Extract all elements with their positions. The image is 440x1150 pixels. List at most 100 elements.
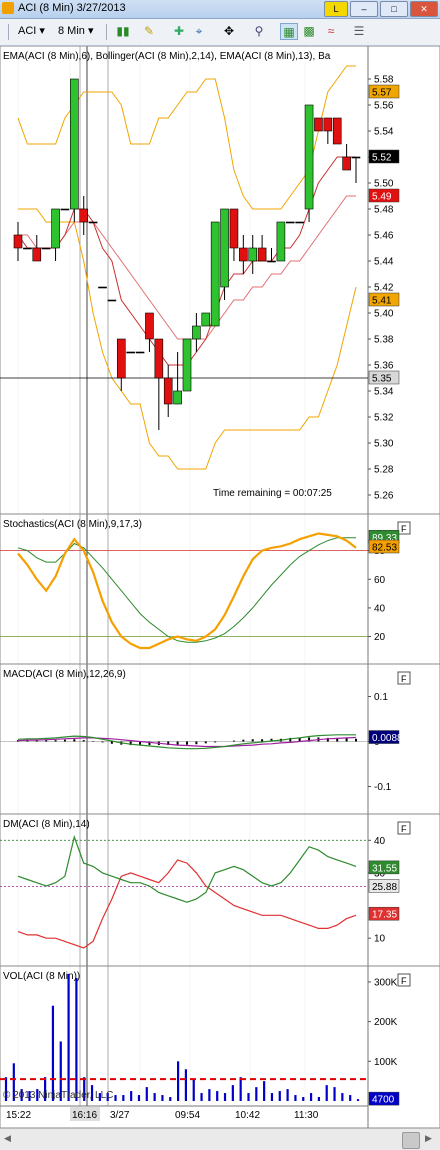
minimize-button[interactable]: – <box>350 1 378 17</box>
chart-trader-icon[interactable]: ▦ <box>280 23 298 40</box>
y-tick-label: 5.46 <box>374 231 394 242</box>
macd-label: MACD(ACI (8 Min),12,26,9) <box>3 669 126 680</box>
candle <box>304 104 314 210</box>
scroll-left-icon[interactable]: ◀ <box>4 1133 11 1144</box>
window-controls: L – □ ✕ <box>324 1 438 17</box>
help-button[interactable]: L <box>324 1 348 17</box>
y-tick-label: 40 <box>374 836 386 847</box>
candle <box>257 247 267 262</box>
y-tick-label: 5.54 <box>374 127 394 138</box>
x-tick-label: 11:30 <box>294 1110 319 1121</box>
properties-icon[interactable]: ☰ <box>350 23 368 40</box>
candle <box>98 286 107 289</box>
candle <box>163 377 173 405</box>
close-button[interactable]: ✕ <box>410 1 438 17</box>
candle <box>135 351 145 354</box>
candle <box>107 299 117 302</box>
candle <box>239 247 248 262</box>
y-tick-label: 5.32 <box>374 413 394 424</box>
panel-format-label: F <box>401 976 407 986</box>
candle <box>116 338 126 379</box>
y-tick-label: 5.36 <box>374 361 394 372</box>
candle <box>126 351 135 354</box>
candle <box>267 260 276 263</box>
y-tick-label: 5.30 <box>374 439 394 450</box>
candle <box>88 221 98 224</box>
maximize-button[interactable]: □ <box>380 1 408 17</box>
y-tick-label: 5.50 <box>374 179 394 190</box>
candle <box>32 247 42 262</box>
candle <box>13 234 23 249</box>
candle <box>173 390 182 405</box>
data-box-icon[interactable]: ▩ <box>300 23 318 40</box>
crosshair-icon[interactable]: ✥ <box>220 23 238 40</box>
app-icon <box>2 2 14 14</box>
candle <box>220 208 229 288</box>
panel-format-label: F <box>401 674 407 684</box>
candle <box>229 208 239 249</box>
candle <box>79 208 89 223</box>
value-label: 31.55 <box>372 863 397 874</box>
candle <box>248 247 258 262</box>
value-label: 5.35 <box>372 374 392 385</box>
y-tick-label: 0.1 <box>374 692 388 703</box>
candle <box>314 117 323 132</box>
value-label: 17.35 <box>372 910 397 921</box>
candle <box>332 117 342 145</box>
x-tick-label: 3/27 <box>110 1110 130 1121</box>
pencil-icon[interactable]: ✎ <box>140 23 158 40</box>
window-title: ACI (8 Min) 3/27/2013 <box>18 2 126 14</box>
instrument-selector[interactable]: ACI ▾ <box>18 23 45 40</box>
y-tick-label: 5.34 <box>374 387 394 398</box>
toolbar-separator <box>106 24 107 40</box>
horizontal-scrollbar[interactable]: ◀ ▶ <box>0 1128 440 1150</box>
stochastics-label: Stochastics(ACI (8 Min),9,17,3) <box>3 519 142 530</box>
candle <box>145 312 154 340</box>
y-tick-label: 200K <box>374 1017 398 1028</box>
chart-toolbar: ACI ▾ 8 Min ▾ ▮▮ ✎ ✚ ⌖ ✥ ⚲ ▦ ▩ ≈ ☰ <box>0 19 440 46</box>
x-tick-label: 09:54 <box>175 1110 200 1121</box>
chart-svg[interactable]: EMA(ACI (8 Min),6), Bollinger(ACI (8 Min… <box>0 45 440 1129</box>
search-icon[interactable]: ⚲ <box>250 23 268 40</box>
value-label: 5.49 <box>372 192 392 203</box>
time-remaining-label: Time remaining = 00:07:25 <box>213 488 332 499</box>
y-tick-label: 10 <box>374 934 386 945</box>
value-label: 5.57 <box>372 88 392 99</box>
value-label: 82.53 <box>372 543 397 554</box>
add-indicator-icon[interactable]: ✚ <box>170 23 188 40</box>
y-tick-label: 40 <box>374 603 386 614</box>
y-tick-label: 5.48 <box>374 205 394 216</box>
y-tick-label: 60 <box>374 575 386 586</box>
scroll-thumb[interactable] <box>402 1132 420 1149</box>
scroll-right-icon[interactable]: ▶ <box>425 1133 432 1144</box>
interval-label: 8 Min <box>58 25 85 37</box>
title-bar: ACI (8 Min) 3/27/2013 L – □ ✕ <box>0 0 440 19</box>
candle <box>51 208 60 249</box>
zoom-icon[interactable]: ⌖ <box>190 23 208 40</box>
y-tick-label: -0.1 <box>374 782 392 793</box>
candle <box>192 325 201 340</box>
chart-area[interactable]: EMA(ACI (8 Min),6), Bollinger(ACI (8 Min… <box>0 45 440 1149</box>
value-label: 0.00881 <box>372 733 409 744</box>
chevron-down-icon: ▾ <box>39 25 45 37</box>
bar-type-icon[interactable]: ▮▮ <box>114 23 132 40</box>
candle <box>276 221 286 262</box>
dm-label: DM(ACI (8 Min),14) <box>3 819 90 830</box>
interval-selector[interactable]: 8 Min ▾ <box>58 23 94 40</box>
value-label: 5.41 <box>372 296 392 307</box>
candle <box>70 78 79 210</box>
candle <box>323 117 333 132</box>
instrument-label: ACI <box>18 25 37 37</box>
y-tick-label: 300K <box>374 977 398 988</box>
candle <box>285 221 295 224</box>
strategy-icon[interactable]: ≈ <box>322 23 340 40</box>
candle <box>342 156 351 171</box>
candle <box>295 221 304 224</box>
candle <box>23 247 32 250</box>
price-label: EMA(ACI (8 Min),6), Bollinger(ACI (8 Min… <box>3 51 331 62</box>
candle <box>154 338 164 379</box>
candle <box>201 312 211 327</box>
panel-format-label: F <box>401 824 407 834</box>
candle <box>60 208 70 211</box>
y-tick-label: 5.42 <box>374 283 394 294</box>
